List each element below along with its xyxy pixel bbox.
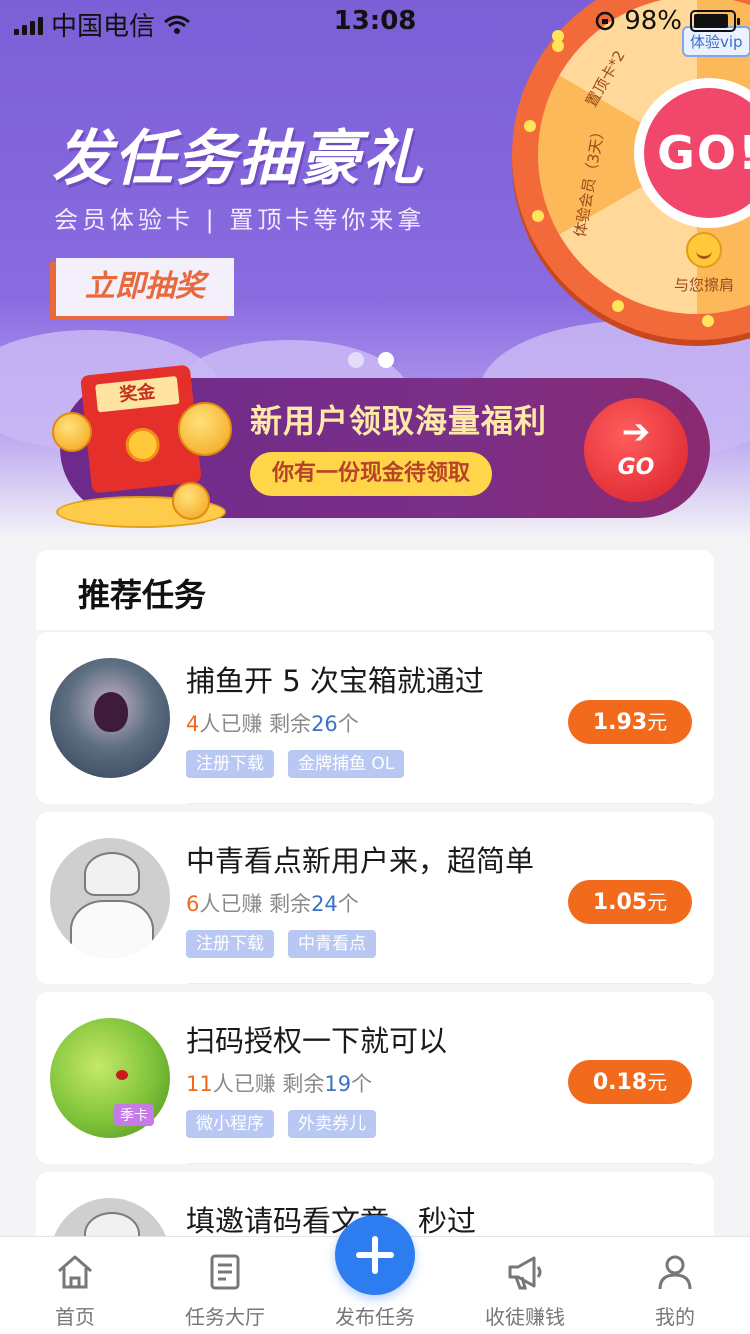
task-list-icon: [210, 1254, 240, 1290]
carousel-dot-active[interactable]: [378, 352, 394, 368]
earned-count: 11: [186, 1072, 213, 1096]
task-tags: 注册下载 金牌捕鱼 OL: [186, 750, 405, 778]
task-price: 0.18: [592, 1070, 648, 1095]
tab-me[interactable]: 我的: [600, 1237, 750, 1334]
price-unit: 元: [647, 1070, 668, 1094]
task-price-button[interactable]: 1.93元: [568, 700, 692, 744]
home-icon: [58, 1255, 92, 1289]
tab-label: 首页: [55, 1305, 95, 1329]
tab-publish[interactable]: 发布任务: [300, 1215, 450, 1334]
battery-percent: 98%: [624, 6, 682, 36]
publish-fab[interactable]: [335, 1215, 415, 1295]
task-title: 扫码授权一下就可以: [186, 1024, 448, 1058]
task-card[interactable]: 季卡 扫码授权一下就可以 11人已赚 剩余19个 微小程序 外卖券儿 0.18元: [36, 992, 714, 1164]
remain-count: 26: [311, 712, 338, 736]
remain-label: 剩余: [282, 1072, 325, 1096]
arrow-right-icon: ➔: [621, 412, 651, 452]
task-tags: 注册下载 中青看点: [186, 930, 376, 958]
task-tag: 注册下载: [186, 930, 274, 958]
task-tag: 微小程序: [186, 1110, 274, 1138]
envelope-label: 奖金: [95, 375, 180, 413]
task-tag: 中青看点: [288, 930, 376, 958]
earned-count: 4: [186, 712, 200, 736]
season-card-badge: 季卡: [114, 1104, 154, 1126]
earned-label: 人已赚: [199, 712, 263, 736]
promo-title: 新用户领取海量福利: [250, 402, 548, 440]
task-avatar: [50, 838, 170, 958]
earned-label: 人已赚: [212, 1072, 276, 1096]
task-tags: 微小程序 外卖券儿: [186, 1110, 376, 1138]
coin-icon: [52, 412, 92, 452]
tab-label: 发布任务: [335, 1305, 415, 1329]
task-meta: 4人已赚 剩余26个: [186, 708, 359, 738]
status-bar: 中国电信 13:08 98%: [0, 0, 750, 42]
divider: [188, 803, 692, 804]
remain-count: 19: [324, 1072, 352, 1096]
task-meta: 6人已赚 剩余24个: [186, 888, 359, 918]
tab-label: 任务大厅: [185, 1305, 265, 1329]
lottery-button[interactable]: 立即抽奖: [56, 258, 234, 316]
promo-subtitle: 你有一份现金待领取: [250, 452, 493, 496]
remain-unit: 个: [337, 712, 359, 736]
remain-unit: 个: [351, 1072, 373, 1096]
tab-task-hall[interactable]: 任务大厅: [150, 1237, 300, 1334]
tab-bar: 首页 任务大厅 发布任务 收徒赚钱 我的: [0, 1215, 750, 1334]
wheel-label-bottom: 与您擦肩: [674, 276, 735, 294]
plus-icon: [356, 1236, 394, 1274]
remain-label: 剩余: [269, 892, 312, 916]
remain-count: 24: [311, 892, 338, 916]
divider: [188, 983, 692, 984]
smile-icon: [686, 232, 722, 268]
tab-home[interactable]: 首页: [0, 1237, 150, 1334]
task-tag: 注册下载: [186, 750, 274, 778]
task-card[interactable]: 中青看点新用户来，超简单 6人已赚 剩余24个 注册下载 中青看点 1.05元: [36, 812, 714, 984]
earned-label: 人已赚: [199, 892, 263, 916]
task-title: 填邀请码看文章，秒过: [186, 1204, 477, 1238]
tab-label: 收徒赚钱: [485, 1305, 565, 1329]
banner-title: 发任务抽豪礼: [52, 124, 424, 194]
task-meta: 11人已赚 剩余19个: [186, 1068, 372, 1098]
task-tag: 外卖券儿: [288, 1110, 376, 1138]
price-unit: 元: [647, 890, 668, 914]
task-title: 中青看点新用户来，超简单: [186, 844, 535, 878]
promo-go-label: GO: [617, 455, 655, 480]
task-price-button[interactable]: 1.05元: [568, 880, 692, 924]
recommended-section-header: 推荐任务: [36, 550, 714, 630]
promo-go-button[interactable]: ➔ GO: [584, 398, 688, 502]
task-card[interactable]: 捕鱼开 5 次宝箱就通过 4人已赚 剩余26个 注册下载 金牌捕鱼 OL 1.9…: [36, 632, 714, 804]
rotation-lock-icon: [595, 11, 615, 31]
remain-unit: 个: [337, 892, 359, 916]
megaphone-icon: [508, 1256, 542, 1290]
task-tag: 金牌捕鱼 OL: [288, 750, 405, 778]
task-price: 1.05: [592, 890, 648, 915]
user-icon: [658, 1255, 692, 1290]
price-unit: 元: [647, 710, 668, 734]
divider: [188, 1163, 692, 1164]
carousel-dot[interactable]: [348, 352, 364, 368]
carousel-dots[interactable]: [348, 352, 394, 368]
remain-label: 剩余: [269, 712, 312, 736]
earned-count: 6: [186, 892, 200, 916]
task-price-button[interactable]: 0.18元: [568, 1060, 692, 1104]
coin-icon: [178, 402, 232, 456]
banner-subtitle: 会员体验卡 | 置顶卡等你来拿: [54, 206, 426, 234]
task-avatar: [50, 658, 170, 778]
tab-label: 我的: [655, 1305, 695, 1329]
prize-wheel[interactable]: 置顶卡*2 体验会员（3天） 体验vip GO! 与您擦肩: [512, 0, 750, 340]
coin-icon: [172, 482, 210, 520]
tab-recruit[interactable]: 收徒赚钱: [450, 1237, 600, 1334]
section-title: 推荐任务: [78, 576, 207, 614]
battery-icon: [690, 10, 740, 32]
status-right: 98%: [594, 6, 740, 36]
envelope-seal: [123, 426, 162, 464]
task-price: 1.93: [592, 710, 648, 735]
task-title: 捕鱼开 5 次宝箱就通过: [186, 664, 484, 698]
